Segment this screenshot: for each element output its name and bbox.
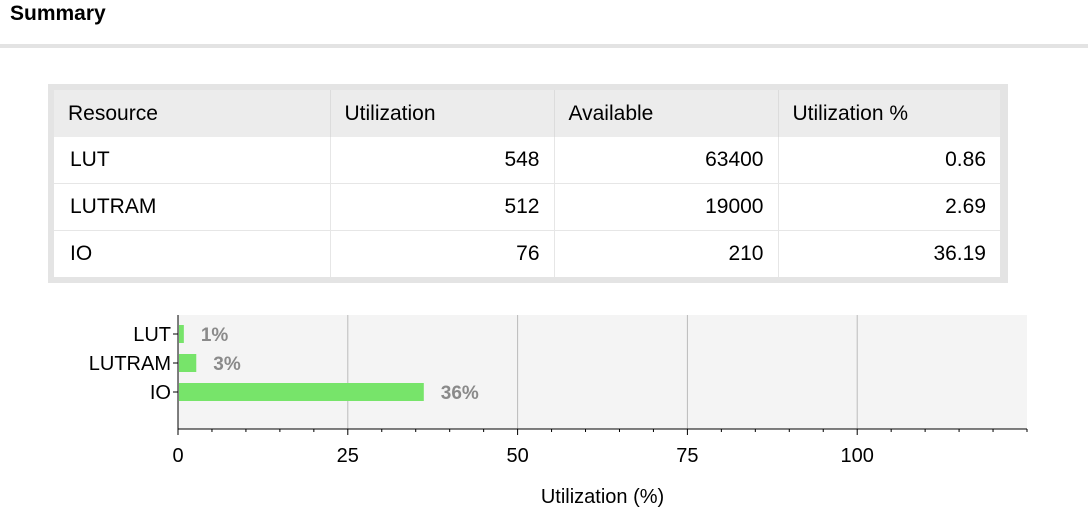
cell-utilization: 76 <box>330 230 555 277</box>
bar <box>179 354 197 372</box>
table-header-row: Resource Utilization Available Utilizati… <box>54 90 1000 137</box>
column-header-resource[interactable]: Resource <box>54 90 331 137</box>
x-tick-label: 75 <box>676 445 698 467</box>
column-header-utilization[interactable]: Utilization <box>330 90 555 137</box>
x-axis-label: Utilization (%) <box>541 486 664 508</box>
cell-utilization-percent: 2.69 <box>778 183 1000 231</box>
x-tick-label: 25 <box>337 445 359 467</box>
x-tick-label: 100 <box>841 445 874 467</box>
utilization-table: Resource Utilization Available Utilizati… <box>54 90 1000 277</box>
bar <box>179 325 184 343</box>
header-divider <box>0 44 1088 48</box>
bar <box>179 383 424 401</box>
data-label: 36% <box>441 383 479 404</box>
page-title: Summary <box>10 2 106 25</box>
utilization-bar-chart: 0 25 50 75 100 Utilization (%) LUT 1% LUTRAM 3% IO… <box>89 315 1028 508</box>
data-label: 1% <box>201 325 229 346</box>
table-row[interactable]: IO 76 210 36.19 <box>54 230 1000 277</box>
y-tick-label: IO <box>150 382 171 404</box>
plot-area <box>178 315 1027 429</box>
table-row[interactable]: LUTRAM 512 19000 2.69 <box>54 183 1000 231</box>
cell-utilization: 548 <box>330 137 555 184</box>
cell-utilization-percent: 0.86 <box>778 137 1000 184</box>
utilization-table-frame: Resource Utilization Available Utilizati… <box>48 84 1008 283</box>
column-header-available[interactable]: Available <box>554 90 779 137</box>
x-tick-label: 50 <box>506 445 528 467</box>
cell-resource: LUT <box>54 137 331 184</box>
data-label: 3% <box>213 354 241 375</box>
cell-utilization-percent: 36.19 <box>778 230 1000 277</box>
x-tick-label: 0 <box>172 445 183 467</box>
cell-available: 19000 <box>554 183 779 231</box>
cell-available: 210 <box>554 230 779 277</box>
cell-available: 63400 <box>554 137 779 184</box>
y-tick-label: LUT <box>133 324 171 346</box>
column-header-utilization-percent[interactable]: Utilization % <box>778 90 1000 137</box>
y-tick-label: LUTRAM <box>89 353 171 375</box>
table-row[interactable]: LUT 548 63400 0.86 <box>54 137 1000 184</box>
cell-utilization: 512 <box>330 183 555 231</box>
cell-resource: LUTRAM <box>54 183 331 231</box>
cell-resource: IO <box>54 230 331 277</box>
